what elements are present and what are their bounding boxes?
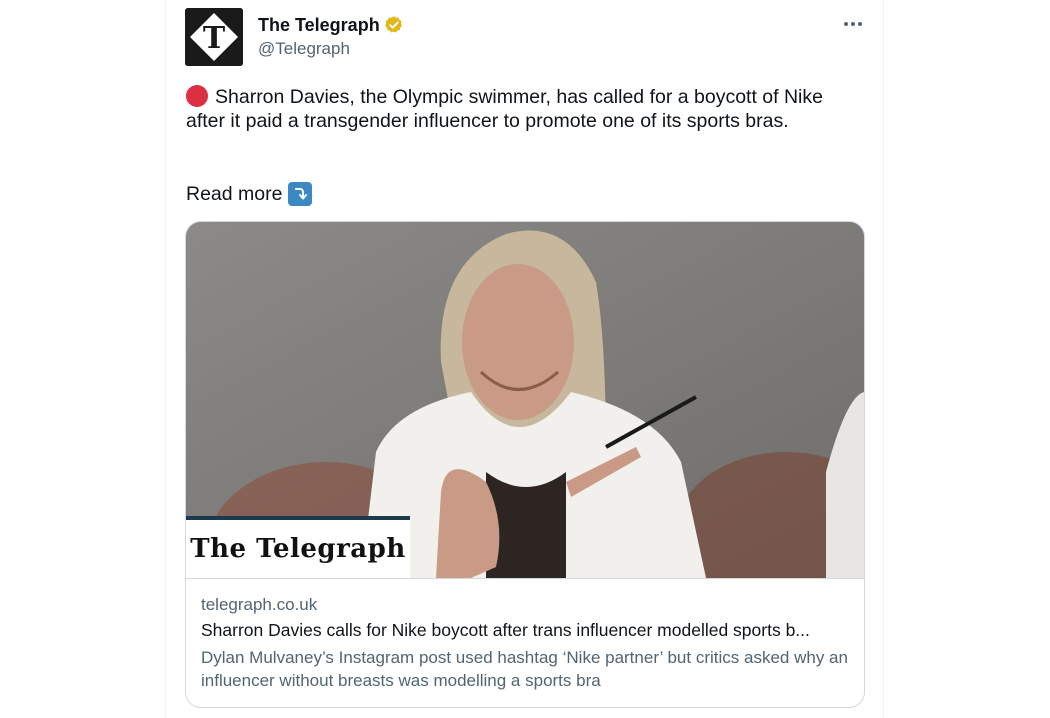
tweet-body: Sharron Davies, the Olympic swimmer, has… [186,86,823,132]
red-circle-icon [186,85,208,107]
telegraph-wordmark-text: The Telegraph [190,534,406,564]
card-image[interactable]: The Telegraph [186,222,864,578]
author-handle[interactable]: @Telegraph [258,39,350,59]
verified-badge-icon[interactable] [384,15,404,35]
more-options-button[interactable] [838,10,868,38]
telegraph-t-logo-icon: T [185,8,243,66]
author-name-row[interactable]: The Telegraph [258,13,404,37]
right-arrow-curving-down-icon [288,182,313,206]
card-domain[interactable]: telegraph.co.uk [201,595,317,615]
more-options-icon [844,22,862,26]
telegraph-wordmark: The Telegraph [186,516,410,578]
link-preview-card[interactable]: The Telegraph telegraph.co.uk Sharron Da… [185,221,865,708]
card-divider [186,578,864,579]
card-title[interactable]: Sharron Davies calls for Nike boycott af… [201,620,851,641]
card-description[interactable]: Dylan Mulvaney’s Instagram post used has… [201,646,856,692]
tweet-text: Sharron Davies, the Olympic swimmer, has… [186,85,866,133]
author-display-name[interactable]: The Telegraph [258,15,380,36]
avatar[interactable]: T [185,8,243,66]
svg-text:T: T [203,21,226,56]
read-more-text: Read more [186,183,283,205]
read-more-line: Read more [186,182,313,206]
